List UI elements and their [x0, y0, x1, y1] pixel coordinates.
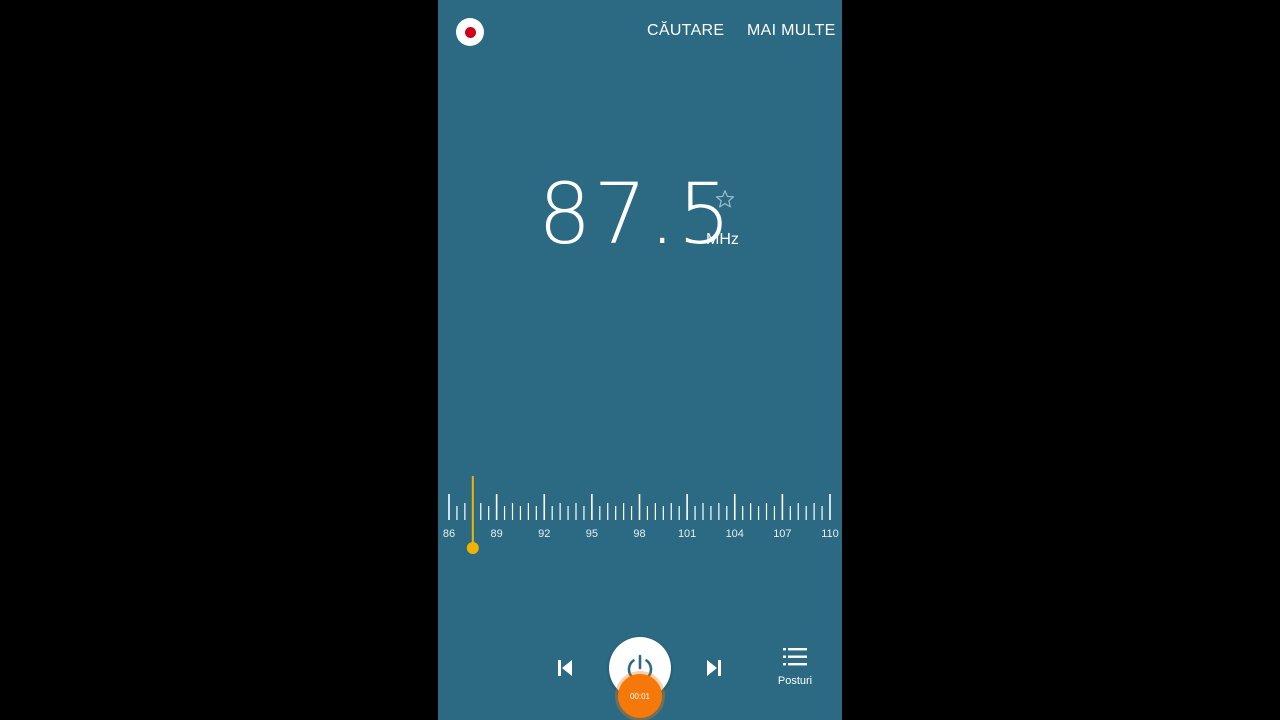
record-button[interactable]: [456, 18, 484, 46]
stations-label: Posturi: [777, 675, 813, 687]
search-button[interactable]: CĂUTARE: [647, 22, 724, 40]
dial-tick-label: 89: [490, 528, 503, 540]
sleep-timer-badge[interactable]: 00:01: [618, 674, 662, 718]
dial-tick-label: 104: [725, 528, 744, 540]
dial-indicator-knob[interactable]: [466, 542, 479, 554]
playback-controls: 00:01 Posturi: [438, 630, 842, 720]
dial-tick-label: 107: [773, 528, 792, 540]
dial-tick-label: 98: [633, 528, 646, 540]
dial-tick-label: 95: [585, 528, 598, 540]
dial-tick-label: 110: [821, 528, 839, 540]
record-icon: [464, 26, 476, 38]
frequency-unit: MHz: [706, 231, 739, 248]
more-button[interactable]: MAI MULTE: [747, 22, 836, 40]
dial-tick-label: 92: [538, 528, 551, 540]
dial-tick-label: 101: [677, 528, 697, 540]
frequency-dial[interactable]: 86 89 92 95 98 101 104 107 110: [438, 476, 842, 566]
skip-next-icon[interactable]: [705, 658, 723, 678]
dial-scale: [448, 476, 831, 554]
stations-button[interactable]: Posturi: [770, 646, 820, 690]
skip-previous-icon[interactable]: [556, 658, 574, 678]
dial-tick-label: 86: [442, 528, 456, 540]
list-icon: [783, 648, 807, 666]
frequency-display: 87.5: [538, 165, 734, 263]
radio-screen: CĂUTARE MAI MULTE 87.5 MHz 86 89 92 95 98 101…: [438, 0, 842, 720]
star-outline-icon[interactable]: [714, 188, 736, 210]
